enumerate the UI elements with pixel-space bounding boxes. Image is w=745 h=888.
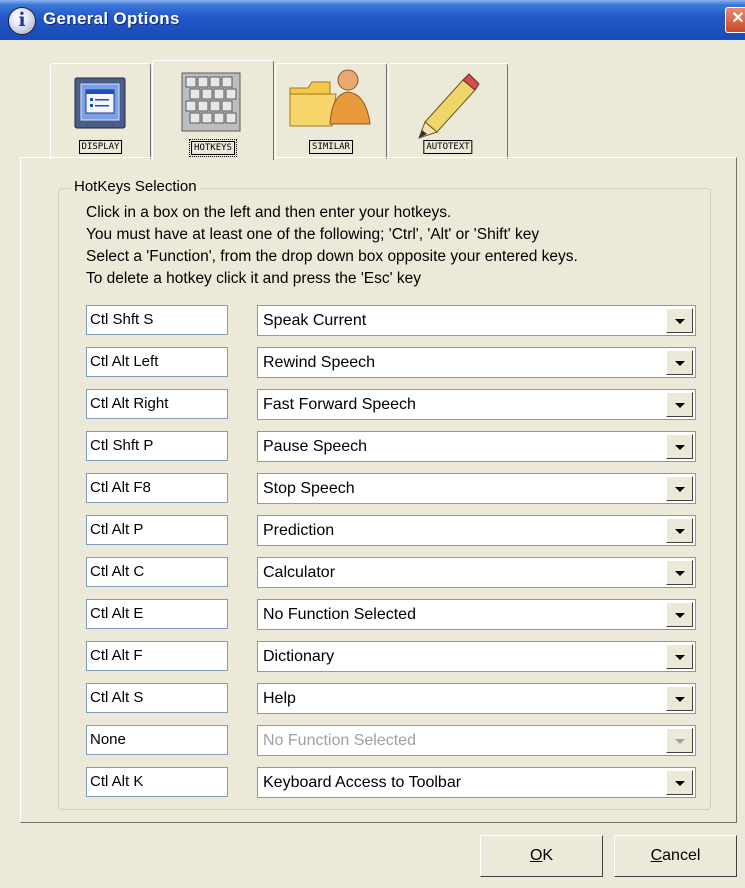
dropdown-arrow-icon[interactable]	[666, 476, 693, 501]
tab-display[interactable]: DISPLAY	[50, 63, 151, 159]
function-select: No Function Selected	[257, 725, 696, 756]
instruction-line: To delete a hotkey click it and press th…	[86, 270, 422, 287]
function-value: Stop Speech	[263, 480, 355, 497]
instruction-line: You must have at least one of the follow…	[86, 226, 540, 243]
hotkey-input[interactable]: Ctl Alt F	[86, 641, 228, 671]
tab-hotkeys[interactable]: HOTKEYS	[152, 60, 274, 160]
hotkey-input[interactable]: Ctl Alt Right	[86, 389, 228, 419]
ok-mnemonic: O	[529, 847, 543, 864]
function-value: Keyboard Access to Toolbar	[263, 774, 462, 791]
function-value: Pause Speech	[263, 438, 368, 455]
hotkey-input[interactable]: Ctl Alt K	[86, 767, 228, 797]
tab-label: HOTKEYS	[189, 139, 237, 157]
dropdown-arrow-icon[interactable]	[666, 308, 693, 333]
function-value: Speak Current	[263, 312, 367, 329]
hotkey-input[interactable]: None	[86, 725, 228, 755]
info-icon	[8, 7, 36, 35]
tab-autotext[interactable]: AUTOTEXT	[388, 63, 508, 159]
window-title: General Options	[43, 9, 180, 28]
dropdown-arrow-icon[interactable]	[666, 644, 693, 669]
instruction-line: Select a 'Function', from the drop down …	[86, 248, 578, 265]
title-bar[interactable]: General Options ✕	[0, 0, 745, 40]
function-value: No Function Selected	[263, 732, 416, 749]
dropdown-arrow-icon[interactable]	[666, 770, 693, 795]
function-select[interactable]: No Function Selected	[257, 599, 696, 630]
ok-button[interactable]: OK	[480, 835, 603, 877]
hotkey-input[interactable]: Ctl Alt F8	[86, 473, 228, 503]
display-icon	[74, 77, 126, 129]
function-select[interactable]: Dictionary	[257, 641, 696, 672]
hotkey-input[interactable]: Ctl Alt P	[86, 515, 228, 545]
function-select[interactable]: Rewind Speech	[257, 347, 696, 378]
function-select[interactable]: Fast Forward Speech	[257, 389, 696, 420]
dropdown-arrow-icon[interactable]	[666, 392, 693, 417]
close-button[interactable]: ✕	[725, 7, 745, 33]
dropdown-arrow-icon[interactable]	[666, 518, 693, 543]
group-title: HotKeys Selection	[71, 178, 200, 195]
function-select[interactable]: Keyboard Access to Toolbar	[257, 767, 696, 798]
hotkey-input[interactable]: Ctl Shft P	[86, 431, 228, 461]
keyboard-icon	[181, 72, 241, 132]
cancel-mnemonic: C	[650, 847, 663, 864]
tab-label: DISPLAY	[78, 140, 123, 154]
hotkey-input[interactable]: Ctl Alt E	[86, 599, 228, 629]
dropdown-arrow-icon[interactable]	[666, 350, 693, 375]
tab-label: AUTOTEXT	[423, 140, 473, 154]
folder-person-icon	[289, 69, 371, 127]
function-value: Prediction	[263, 522, 335, 539]
function-select[interactable]: Pause Speech	[257, 431, 696, 462]
hotkey-input[interactable]: Ctl Alt C	[86, 557, 228, 587]
function-value: Fast Forward Speech	[263, 396, 416, 413]
function-value: No Function Selected	[263, 606, 416, 623]
function-select[interactable]: Speak Current	[257, 305, 696, 336]
dropdown-arrow-icon[interactable]	[666, 434, 693, 459]
tab-similar[interactable]: SIMILAR	[275, 63, 387, 159]
dropdown-arrow-icon[interactable]	[666, 560, 693, 585]
function-select[interactable]: Calculator	[257, 557, 696, 588]
instruction-line: Click in a box on the left and then ente…	[86, 204, 452, 221]
ok-label: K	[542, 847, 554, 864]
hotkey-input[interactable]: Ctl Shft S	[86, 305, 228, 335]
function-select[interactable]: Help	[257, 683, 696, 714]
cancel-label: ancel	[662, 847, 701, 864]
function-select[interactable]: Stop Speech	[257, 473, 696, 504]
function-value: Calculator	[263, 564, 336, 581]
pencil-icon	[418, 73, 480, 139]
cancel-button[interactable]: Cancel	[614, 835, 737, 877]
dropdown-arrow-icon	[666, 728, 693, 753]
dropdown-arrow-icon[interactable]	[666, 686, 693, 711]
function-value: Rewind Speech	[263, 354, 376, 371]
function-select[interactable]: Prediction	[257, 515, 696, 546]
function-value: Help	[263, 690, 296, 707]
dropdown-arrow-icon[interactable]	[666, 602, 693, 627]
tab-label: SIMILAR	[309, 140, 353, 154]
function-value: Dictionary	[263, 648, 335, 665]
hotkey-input[interactable]: Ctl Alt Left	[86, 347, 228, 377]
hotkey-input[interactable]: Ctl Alt S	[86, 683, 228, 713]
